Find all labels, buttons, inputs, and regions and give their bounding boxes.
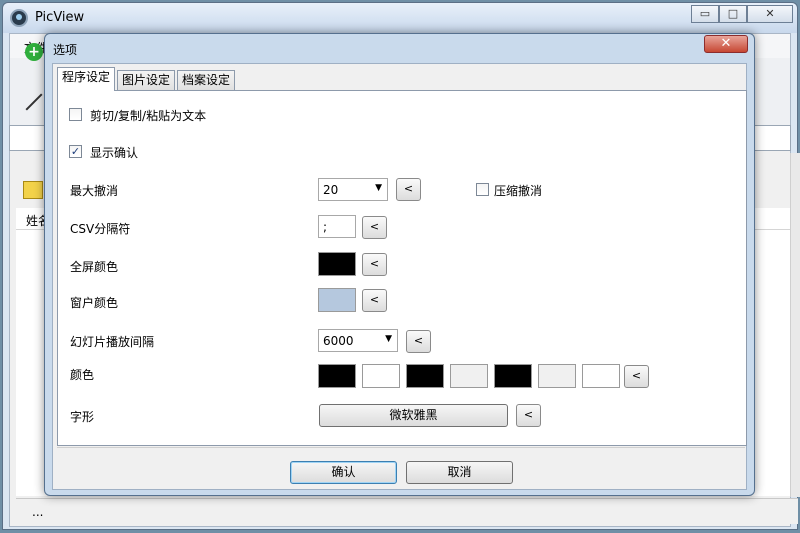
font-select-button[interactable]: 微软雅黑	[319, 404, 508, 427]
colors-label: 颜色	[70, 368, 95, 382]
window-color-reset-button[interactable]: <	[362, 289, 387, 312]
add-icon[interactable]: +	[25, 43, 43, 61]
compress-undo-checkbox[interactable]	[476, 183, 489, 196]
main-close-button[interactable]: ✕	[747, 5, 793, 23]
ok-button[interactable]: 确认	[290, 461, 397, 484]
dialog-separator	[57, 447, 745, 448]
status-bar: ...	[16, 498, 798, 524]
show-confirm-checkbox[interactable]: ✓	[69, 145, 82, 158]
color-swatch-6[interactable]	[538, 364, 576, 388]
settings-panel: 剪切/复制/粘贴为文本 ✓ 显示确认 最大撤消 20 ▼ < 压缩撤消 CSV分…	[57, 90, 747, 446]
max-undo-select[interactable]: 20 ▼	[318, 178, 388, 201]
slideshow-interval-reset-button[interactable]: <	[406, 330, 431, 353]
dialog-title: 选项	[53, 43, 78, 57]
font-reset-button[interactable]: <	[516, 404, 541, 427]
slideshow-interval-value: 6000	[323, 334, 354, 348]
window-color-swatch[interactable]	[318, 288, 356, 312]
color-swatch-3[interactable]	[406, 364, 444, 388]
slideshow-interval-label: 幻灯片播放间隔	[70, 335, 155, 349]
status-text: ...	[32, 505, 44, 519]
color-swatch-2[interactable]	[362, 364, 400, 388]
cut-copy-paste-checkbox[interactable]	[69, 108, 82, 121]
tab-file-settings[interactable]: 档案设定	[177, 70, 236, 90]
dialog-client-area: 程序设定 图片设定 档案设定 剪切/复制/粘贴为文本 ✓ 显示确认 最大撤消 2…	[52, 63, 747, 490]
chevron-down-icon: ▼	[385, 334, 392, 344]
minimize-button[interactable]: ▭	[691, 5, 719, 23]
fullscreen-color-reset-button[interactable]: <	[362, 253, 387, 276]
max-undo-reset-button[interactable]: <	[396, 178, 421, 201]
csv-separator-label: CSV分隔符	[70, 222, 131, 236]
dialog-close-button[interactable]: ✕	[704, 35, 748, 53]
compress-undo-label: 压缩撤消	[494, 184, 543, 198]
max-undo-value: 20	[323, 183, 339, 197]
csv-separator-input[interactable]: ;	[318, 215, 356, 238]
fullscreen-color-label: 全屏颜色	[70, 260, 119, 274]
maximize-button[interactable]: □	[719, 5, 747, 23]
slideshow-interval-select[interactable]: 6000 ▼	[318, 329, 398, 352]
chevron-down-icon: ▼	[375, 183, 382, 193]
cancel-button[interactable]: 取消	[406, 461, 513, 484]
folder-up-icon[interactable]	[23, 181, 43, 199]
vertical-scrollbar[interactable]	[790, 153, 800, 497]
csv-separator-value: ;	[323, 220, 328, 234]
tab-program-settings[interactable]: 程序设定	[57, 67, 116, 91]
options-dialog: 选项 ✕ 程序设定 图片设定 档案设定 剪切/复制/粘贴为文本 ✓ 显示确认 最…	[44, 33, 755, 496]
font-label: 字形	[70, 410, 95, 424]
cut-copy-paste-label: 剪切/复制/粘贴为文本	[90, 109, 207, 123]
app-logo-icon	[10, 9, 28, 27]
colors-reset-button[interactable]: <	[624, 365, 649, 388]
show-confirm-label: 显示确认	[90, 146, 139, 160]
window-color-label: 窗户颜色	[70, 296, 119, 310]
app-title: PicView	[35, 10, 85, 25]
color-swatch-1[interactable]	[318, 364, 356, 388]
color-swatch-5[interactable]	[494, 364, 532, 388]
max-undo-label: 最大撤消	[70, 184, 119, 198]
color-swatch-row	[318, 364, 638, 390]
color-swatch-7[interactable]	[582, 364, 620, 388]
fullscreen-color-swatch[interactable]	[318, 252, 356, 276]
main-titlebar: PicView ▭ □ ✕	[3, 3, 797, 33]
color-swatch-4[interactable]	[450, 364, 488, 388]
tab-image-settings[interactable]: 图片设定	[117, 70, 176, 90]
csv-separator-reset-button[interactable]: <	[362, 216, 387, 239]
